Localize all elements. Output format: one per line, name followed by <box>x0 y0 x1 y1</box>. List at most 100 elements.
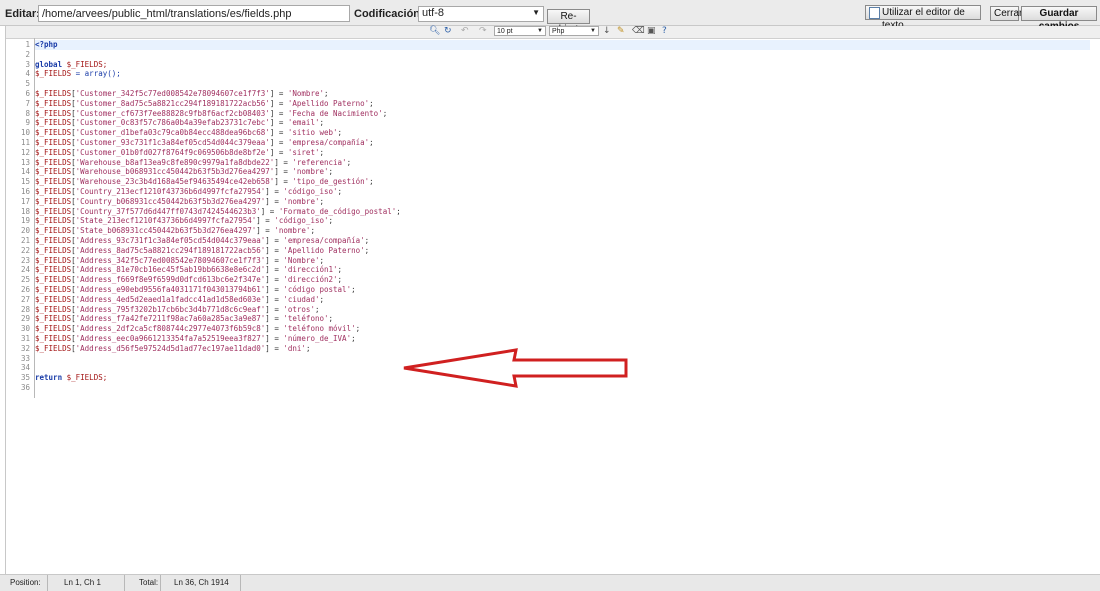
assign-operator: = <box>274 89 288 98</box>
font-size-select[interactable]: 10 pt ▼ <box>494 26 546 36</box>
line-number: 16 <box>20 187 30 196</box>
variable: $_FIELDS <box>35 157 72 167</box>
line-number: 2 <box>25 49 30 59</box>
language-select[interactable]: Php ▼ <box>549 26 599 36</box>
line-end: ; <box>396 206 401 216</box>
line-end: ; <box>382 108 388 118</box>
line-number: 22 <box>20 245 30 255</box>
field-key: 'Customer_cf673f7ee88828c9fb8f6acf2cb084… <box>75 108 270 118</box>
field-key: 'Address_f669f8e9f6599d0dfcd613bc6e2f347… <box>75 275 266 285</box>
code-line: $_FIELDS['Address_93c731f1c3a84ef05cd54d… <box>35 236 370 245</box>
variable: $_FIELDS <box>35 118 72 128</box>
fullscreen-icon[interactable]: ▣ <box>647 26 656 37</box>
field-value: 'número_de_IVA' <box>283 334 352 343</box>
code-line: $_FIELDS['Customer_93c731f1c3a84ef05cd54… <box>35 138 374 147</box>
field-value: 'empresa/compañía' <box>287 138 370 147</box>
line-number: 29 <box>20 314 30 324</box>
refresh-icon[interactable]: ↻ <box>444 26 452 37</box>
line-number: 18 <box>20 206 30 216</box>
code-editor: 🔍︎ ↻ ↶ ↷ 10 pt ▼ Php ▼ ↓ ✎ ⌫ ▣ ? 1234567… <box>5 26 1100 574</box>
line-end: ; <box>369 98 374 108</box>
assign-operator: = <box>278 157 293 167</box>
line-number: 14 <box>20 167 30 177</box>
variable: $_FIELDS <box>35 196 72 206</box>
variable: $_FIELDS <box>35 187 72 196</box>
line-number: 35 <box>20 373 30 383</box>
field-value: 'dirección2' <box>283 275 338 285</box>
line-end: ; <box>319 255 324 265</box>
field-key: 'Country_b068931cc450442b63f5b3d276ea429… <box>75 196 266 206</box>
line-number: 3 <box>25 59 30 69</box>
field-key: 'Address_342f5c77ed008542e78094607ce1f7f… <box>75 255 266 265</box>
field-key: 'Address_81e70cb16ec45f5ab19bb6638e8e6c2… <box>75 265 266 275</box>
assign-operator: = <box>269 343 284 353</box>
array-init: = array(); <box>71 69 121 79</box>
reopen-button[interactable]: Re-abierto <box>547 9 590 35</box>
variable: $_FIELDS <box>35 206 72 216</box>
code-line: $_FIELDS['Customer_342f5c77ed008542e7809… <box>35 89 329 98</box>
code-line: $_FIELDS['Warehouse_b8af13ea9c8fe890c997… <box>35 157 352 167</box>
variable: $_FIELDS <box>35 314 72 324</box>
save-changes-button[interactable]: Guardar cambios <box>1021 6 1097 32</box>
help-icon[interactable]: ? <box>662 26 667 37</box>
go-line-icon[interactable]: ↓ <box>603 26 611 37</box>
field-key: 'Customer_0c83f57c786a0b4a39efab23731c7e… <box>75 118 270 128</box>
line-number: 17 <box>20 196 30 206</box>
reset-icon[interactable]: ⌫ <box>632 26 645 37</box>
code-line: $_FIELDS['Country_b068931cc450442b63f5b3… <box>35 196 324 206</box>
field-value: 'Apellido Paterno' <box>283 245 365 255</box>
line-number: 32 <box>20 343 30 353</box>
assign-operator: = <box>269 334 284 343</box>
search-icon[interactable]: 🔍︎ <box>429 26 440 37</box>
line-number: 11 <box>20 138 30 147</box>
highlight-icon[interactable]: ✎ <box>617 26 625 37</box>
field-value: 'empresa/compañía' <box>283 236 365 245</box>
font-size-value: 10 pt <box>497 28 513 35</box>
field-key: 'Warehouse_b068931cc450442b63f5b3d276ea4… <box>75 167 275 177</box>
editor-body[interactable]: 1 2 3 4 5 6 7 8 9 10 11 12 13 14 15 16 17 18 19 20 21 22 23 24 2… <box>6 38 1100 574</box>
line-end: ; <box>328 167 334 177</box>
variable: $_FIELDS <box>35 128 72 138</box>
assign-operator: = <box>260 226 275 236</box>
line-number: 15 <box>20 177 30 187</box>
assign-operator: = <box>269 196 284 206</box>
variable: $_FIELDS <box>35 108 72 118</box>
field-key: 'Country_37f577d6d447ff0743d7424544623b3… <box>75 206 261 216</box>
field-key: 'Address_d56f5e97524d5d1ad77ec197ae11dad… <box>75 343 266 353</box>
file-path-input[interactable] <box>38 5 350 22</box>
assign-operator: = <box>274 108 288 118</box>
field-value: 'teléfono móvil' <box>283 324 356 334</box>
keyword: global <box>35 59 63 69</box>
variable: $_FIELDS <box>35 343 72 353</box>
code-line: $_FIELDS['Address_2df2ca5cf808744c2977e4… <box>35 324 361 334</box>
line-end: ; <box>314 304 320 314</box>
line-end: ; <box>346 157 352 167</box>
variable: $_FIELDS <box>35 138 72 147</box>
close-button[interactable]: Cerrar <box>990 6 1022 21</box>
code-line: $_FIELDS['Address_eec0a9661213354fa7a525… <box>35 334 356 343</box>
variable: $_FIELDS <box>35 147 72 157</box>
assign-operator: = <box>274 138 288 147</box>
chevron-down-icon: ▼ <box>590 28 596 34</box>
encoding-select[interactable]: utf-8 ▼ <box>418 6 544 22</box>
variable: $_FIELDS <box>35 245 72 255</box>
redo-icon[interactable]: ↷ <box>479 26 487 37</box>
line-number: 5 <box>25 79 30 89</box>
assign-operator: = <box>265 206 279 216</box>
field-key: 'Customer_01b0fd027f8764f9c069506b8de8bf… <box>75 147 270 157</box>
assign-operator: = <box>269 255 284 265</box>
use-text-editor-button[interactable]: Utilizar el editor de texto. <box>865 5 981 31</box>
assign-operator: = <box>269 187 284 196</box>
code-line: $_FIELDS['Customer_0c83f57c786a0b4a39efa… <box>35 118 324 128</box>
line-end: ; <box>364 245 370 255</box>
position-label: Position: <box>10 578 41 587</box>
line-end: ; <box>351 334 356 343</box>
code-line: $_FIELDS['Customer_d1befa03c79ca0b84ecc4… <box>35 128 343 138</box>
line-number: 28 <box>20 304 30 314</box>
field-value: 'código postal' <box>283 285 352 294</box>
undo-icon[interactable]: ↶ <box>461 26 469 37</box>
chevron-down-icon: ▼ <box>537 28 543 34</box>
assign-operator: = <box>269 285 284 294</box>
assign-operator: = <box>274 147 288 157</box>
variable: $_FIELDS <box>35 226 72 236</box>
